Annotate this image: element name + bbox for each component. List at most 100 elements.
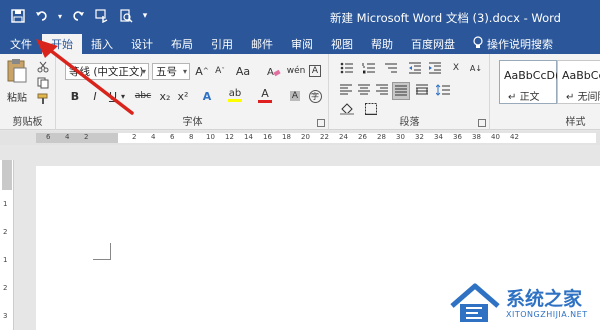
ruler-tick: 2 (132, 133, 137, 141)
clipboard-group: 粘贴 剪贴板 (0, 54, 56, 130)
highlight-color-icon[interactable]: ab (227, 86, 243, 104)
paragraph-dialog-launcher[interactable] (478, 119, 486, 127)
watermark-url: XITONGZHIJIA.NET (506, 310, 588, 319)
tab-review[interactable]: 审阅 (282, 34, 322, 54)
ruler-tick: 4 (151, 133, 156, 141)
phonetic-guide-icon[interactable]: wén (287, 63, 306, 79)
sort-icon[interactable]: A↓ (468, 60, 484, 76)
tab-view[interactable]: 视图 (322, 34, 362, 54)
print-preview-icon[interactable] (116, 6, 136, 26)
ruler-tick: 30 (396, 133, 405, 141)
style-no-spacing[interactable]: AaBbCcD( ↵ 无间隔 (557, 60, 600, 104)
ruler-tick: 26 (358, 133, 367, 141)
window-title: 新建 Microsoft Word 文档 (3).docx - Word (330, 11, 561, 25)
ruler-tick: 4 (65, 133, 70, 141)
tab-design[interactable]: 设计 (122, 34, 162, 54)
style-no-spacing-name: ↵ 无间隔 (566, 92, 600, 103)
numbering-icon[interactable] (360, 60, 378, 76)
superscript-button[interactable]: x² (175, 88, 191, 104)
char-shading-icon[interactable]: A (287, 88, 303, 104)
paste-icon (6, 58, 28, 87)
font-dialog-launcher[interactable] (317, 119, 325, 127)
text-effects-icon[interactable]: A (199, 88, 215, 104)
tab-help[interactable]: 帮助 (362, 34, 402, 54)
undo-icon[interactable] (32, 6, 52, 26)
ruler-tick: 42 (510, 133, 519, 141)
tab-file[interactable]: 文件 (0, 34, 42, 54)
vruler-tick: 1 (3, 256, 8, 264)
italic-button[interactable]: I (87, 88, 103, 104)
watermark-logo: 系统之家 XITONGZHIJIA.NET (448, 278, 598, 328)
distributed-icon[interactable] (414, 82, 430, 98)
cut-icon[interactable] (36, 60, 50, 74)
ruler-tick: 20 (301, 133, 310, 141)
tab-layout[interactable]: 布局 (162, 34, 202, 54)
enclose-char-icon[interactable]: 字 (307, 88, 323, 104)
tab-baidu-netdisk[interactable]: 百度网盘 (402, 34, 464, 54)
style-normal-preview: AaBbCcD( (504, 69, 560, 82)
clipboard-group-label: 剪贴板 (12, 117, 43, 128)
ruler-tick: 32 (415, 133, 424, 141)
save-icon[interactable] (8, 6, 28, 26)
paste-label: 粘贴 (7, 93, 27, 104)
align-left-icon[interactable] (338, 82, 354, 98)
margin-crop-mark (93, 259, 111, 260)
change-case-icon[interactable]: Aa (233, 63, 253, 79)
chinese-layout-icon[interactable]: X (448, 60, 464, 76)
ruler-tick: 36 (453, 133, 462, 141)
vruler-tick: 2 (3, 284, 8, 292)
redo-icon[interactable] (68, 6, 88, 26)
underline-dropdown-icon[interactable]: ▾ (119, 88, 127, 104)
ruler-tick: 12 (225, 133, 234, 141)
tab-home[interactable]: 开始 (42, 34, 82, 54)
style-normal[interactable]: AaBbCcD( ↵ 正文 (499, 60, 560, 104)
customize-qat-icon[interactable]: ▾ (140, 6, 150, 26)
font-name-combo[interactable]: 等线 (中文正文) ▾ (65, 63, 149, 80)
tab-references[interactable]: 引用 (202, 34, 242, 54)
subscript-button[interactable]: x₂ (157, 88, 173, 104)
increase-indent-icon[interactable] (426, 60, 444, 76)
bullets-icon[interactable] (338, 60, 356, 76)
font-size-dropdown-icon[interactable]: ▾ (183, 67, 187, 76)
justify-icon[interactable] (392, 82, 410, 100)
vruler-tick: 2 (3, 228, 8, 236)
decrease-indent-icon[interactable] (406, 60, 424, 76)
grow-font-icon[interactable]: A ^ (194, 63, 210, 79)
ruler-tick: 38 (472, 133, 481, 141)
font-group-label: 字体 (182, 117, 203, 128)
shrink-font-icon[interactable]: Aˇ (212, 63, 228, 79)
quick-access-toolbar: ▾ ▾ (8, 6, 150, 26)
tab-mailings[interactable]: 邮件 (242, 34, 282, 54)
bold-button[interactable]: B (67, 88, 83, 104)
ruler-tick: 2 (84, 133, 89, 141)
paragraph-group: X A↓ 段落 (330, 54, 490, 130)
char-border-icon[interactable]: A (307, 63, 323, 79)
strikethrough-button[interactable]: abc (133, 88, 153, 104)
vruler-tick: 3 (3, 312, 8, 320)
horizontal-ruler[interactable]: 6 4 2 2 4 6 8 10 12 14 16 18 20 22 24 26… (0, 131, 600, 145)
style-normal-name: ↵ 正文 (508, 92, 540, 103)
align-right-icon[interactable] (374, 82, 390, 98)
font-size-combo[interactable]: 五号 ▾ (152, 63, 190, 80)
tab-insert[interactable]: 插入 (82, 34, 122, 54)
clear-formatting-icon[interactable]: A (265, 63, 283, 79)
ruler-tick: 16 (263, 133, 272, 141)
tell-me-search[interactable]: 操作说明搜索 (464, 34, 562, 54)
font-name-value: 等线 (中文正文) (69, 66, 144, 78)
vruler-tick: 1 (3, 200, 8, 208)
line-spacing-icon[interactable] (434, 82, 452, 98)
font-group: 等线 (中文正文) ▾ 五号 ▾ A ^ Aˇ Aa A wén A B I U … (57, 54, 329, 130)
lightbulb-icon (473, 36, 483, 52)
multilevel-list-icon[interactable] (382, 60, 400, 76)
styles-group: AaBbCcD( ↵ 正文 AaBbCcD( ↵ 无间隔 样式 (491, 54, 600, 130)
undo-dropdown-icon[interactable]: ▾ (56, 6, 64, 26)
font-name-dropdown-icon[interactable]: ▾ (142, 67, 146, 76)
ruler-tick: 6 (46, 133, 51, 141)
touch-mode-icon[interactable] (92, 6, 112, 26)
align-center-icon[interactable] (356, 82, 372, 98)
vertical-ruler[interactable]: 1 2 1 2 3 (0, 160, 14, 330)
format-painter-icon[interactable] (36, 92, 50, 106)
font-color-icon[interactable]: A (257, 86, 273, 104)
paste-button[interactable]: 粘贴 (4, 58, 30, 106)
copy-icon[interactable] (36, 76, 50, 90)
